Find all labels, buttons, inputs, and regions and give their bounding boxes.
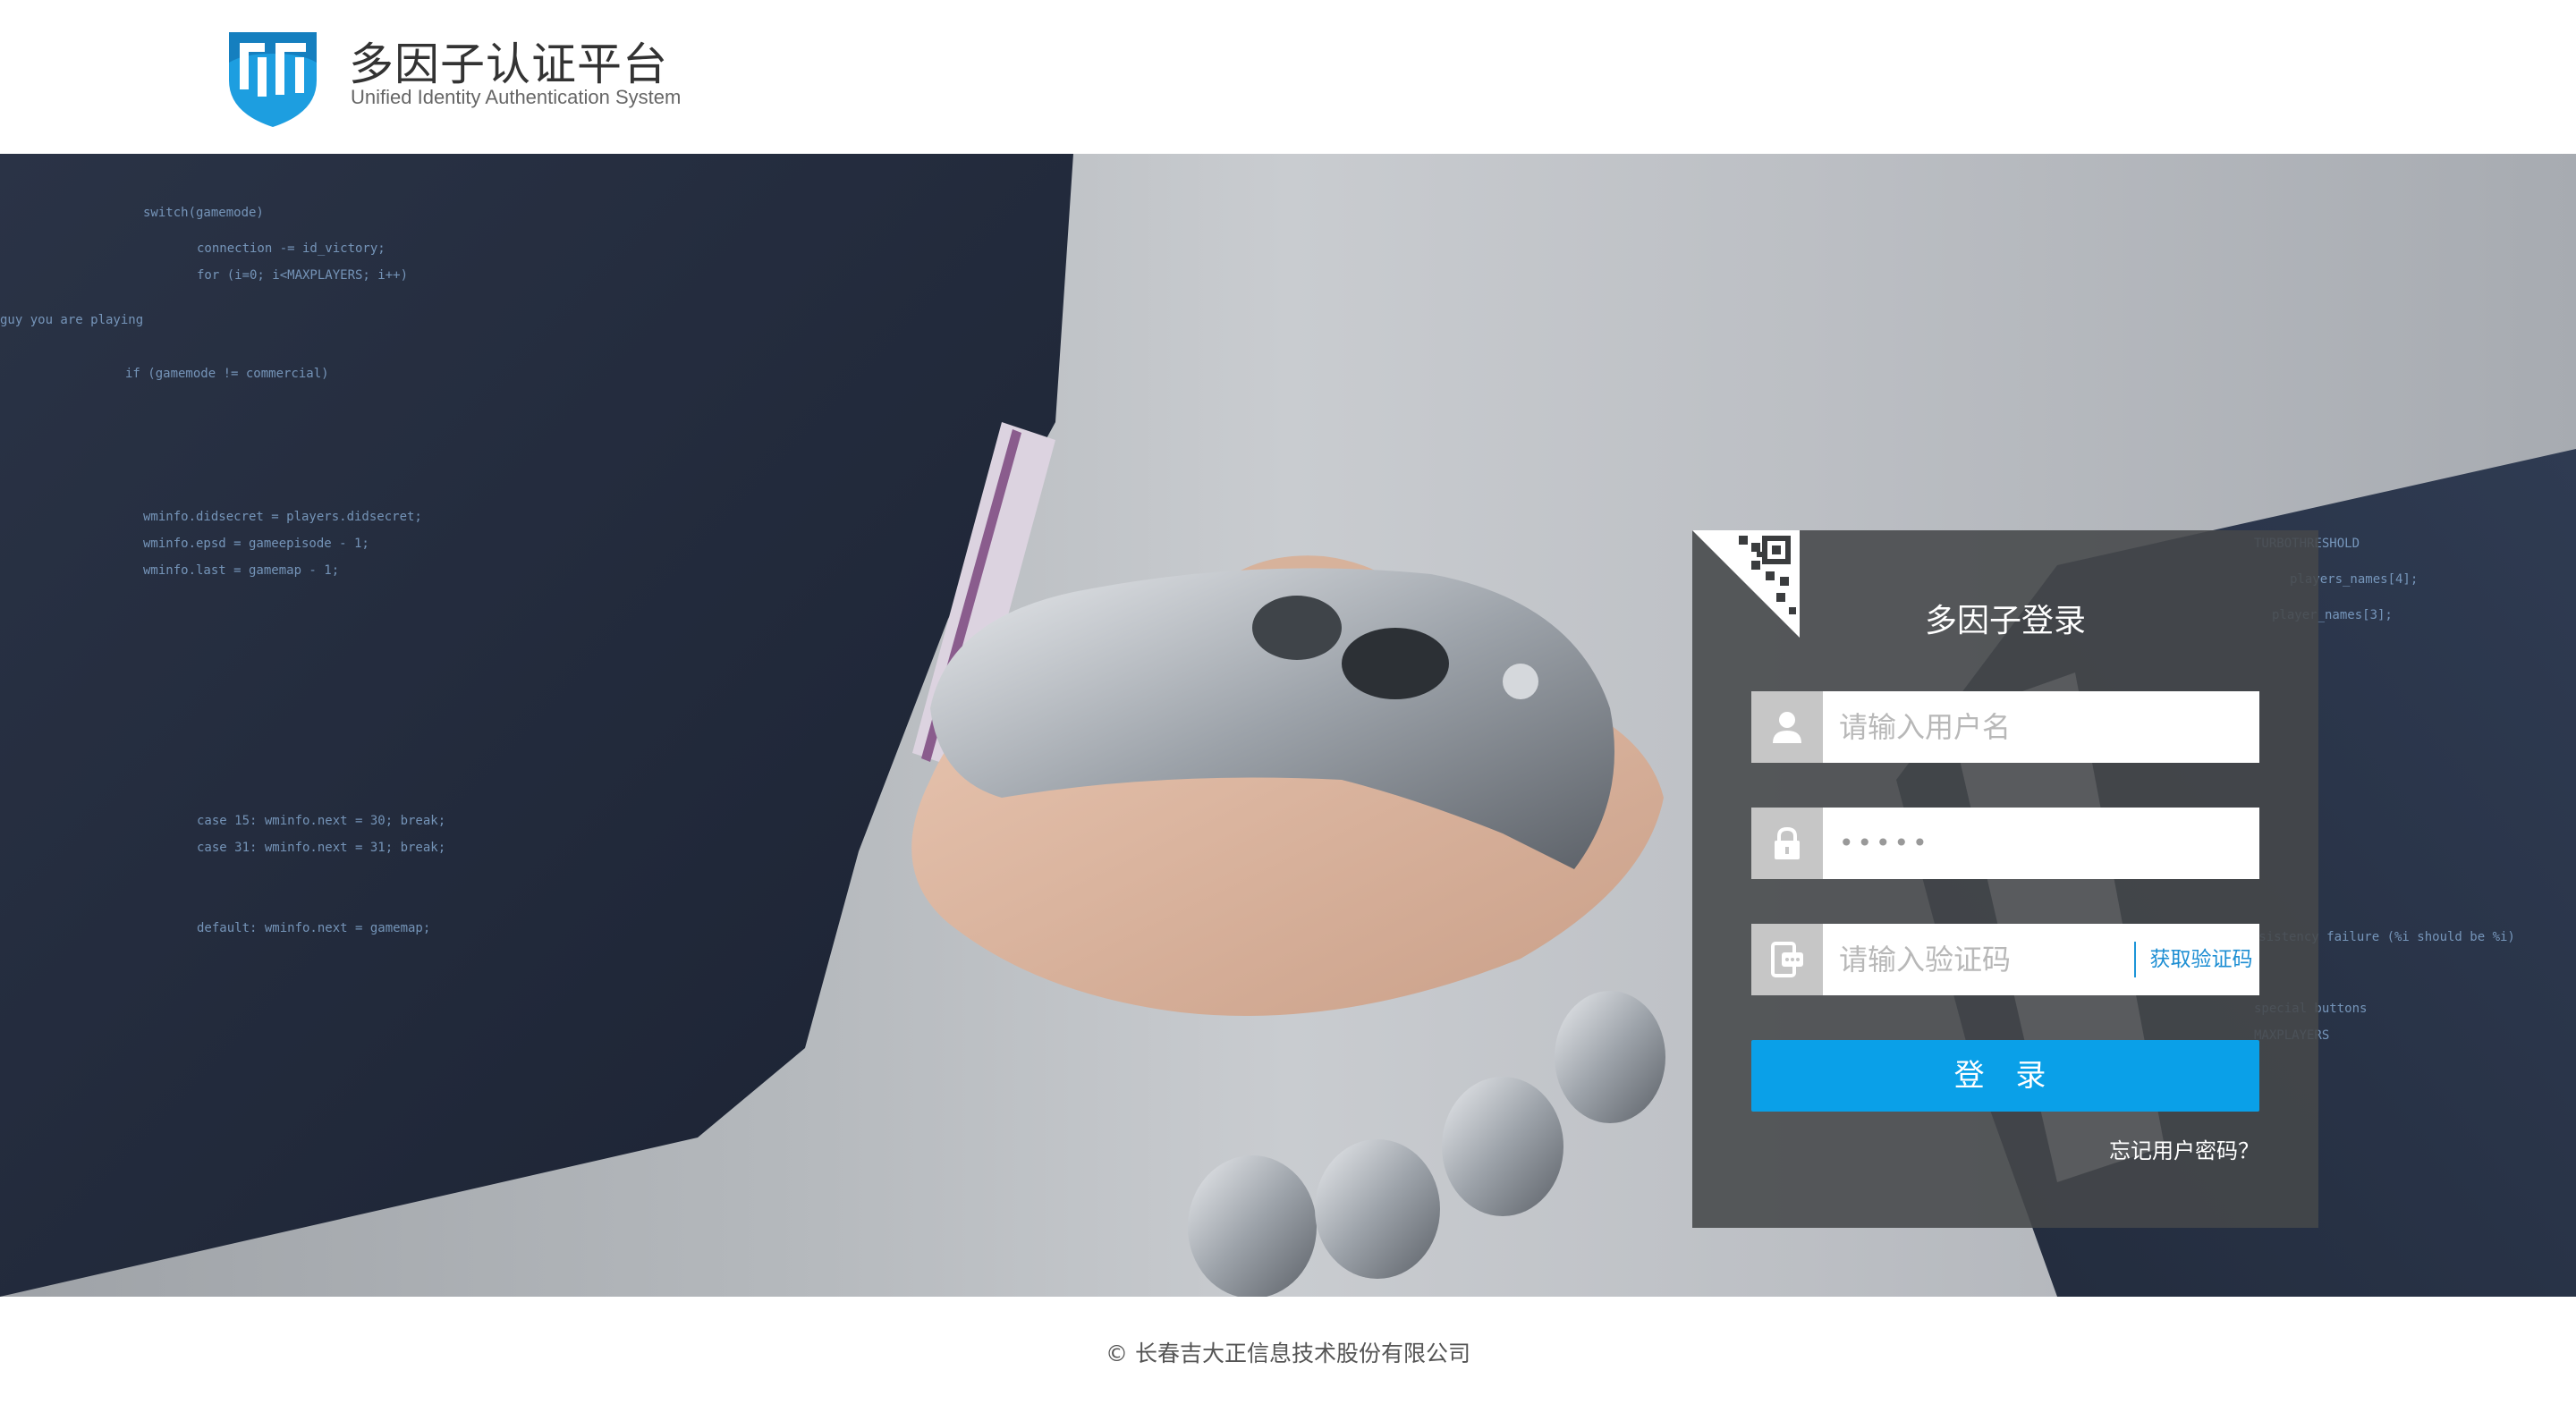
verification-code-input[interactable]: 请输入验证码 xyxy=(1839,924,2011,995)
login-button[interactable]: 登 录 xyxy=(1751,1040,2259,1112)
sms-phone-icon xyxy=(1771,942,1803,977)
svg-text:case 15: wminfo.next = 30; bre: case 15: wminfo.next = 30; break; xyxy=(197,814,445,828)
svg-text:wminfo.didsecret = players.did: wminfo.didsecret = players.didsecret; xyxy=(143,510,422,524)
login-title: 多因子登录 xyxy=(1924,603,2086,639)
user-icon-box xyxy=(1751,691,1823,763)
svg-text:switch(gamemode): switch(gamemode) xyxy=(143,206,264,220)
svg-text:if (gamemode != commercial): if (gamemode != commercial) xyxy=(125,367,329,381)
copyright-text: © 长春吉大正信息技术股份有限公司 xyxy=(1106,1341,1470,1366)
page-footer: © 长春吉大正信息技术股份有限公司 xyxy=(0,1297,2576,1404)
forgot-password-link[interactable]: 忘记用户密码？ xyxy=(2109,1133,2259,1164)
username-field[interactable]: 请输入用户名 xyxy=(1751,691,2259,763)
get-code-button[interactable]: 获取验证码 xyxy=(2143,924,2259,995)
svg-text:for (i=0; i<MAXPLAYERS; i++): for (i=0; i<MAXPLAYERS; i++) xyxy=(197,268,408,283)
hero-banner: switch(gamemode) connection -= id_victor… xyxy=(0,154,2576,1297)
svg-text:wminfo.epsd = gameepisode - 1;: wminfo.epsd = gameepisode - 1; xyxy=(143,537,369,551)
lock-icon-box xyxy=(1751,808,1823,879)
shield-logo-icon xyxy=(229,32,317,127)
password-field[interactable]: ••••• xyxy=(1751,808,2259,879)
top-header: 多因子认证平台 Unified Identity Authentication … xyxy=(0,0,2576,154)
username-input[interactable]: 请输入用户名 xyxy=(1839,691,2011,763)
verification-code-field[interactable]: 请输入验证码 获取验证码 xyxy=(1751,924,2259,995)
page-title: 多因子认证平台 xyxy=(349,38,668,90)
svg-text:connection -= id_victory;: connection -= id_victory; xyxy=(197,241,386,256)
svg-text:default: wminfo.next = gamemap: default: wminfo.next = gamemap; xyxy=(197,921,430,935)
lock-icon xyxy=(1775,826,1800,859)
page-subtitle: Unified Identity Authentication System xyxy=(351,86,682,108)
password-input[interactable]: ••••• xyxy=(1839,808,1931,879)
get-code-divider xyxy=(2134,942,2136,977)
login-panel: 多因子登录 请输入用户名 ••••• 请输入验证码 获取验证码 登 录 忘记用户… xyxy=(1692,530,2318,1228)
svg-text:case 31: wminfo.next = 31; bre: case 31: wminfo.next = 31; break; xyxy=(197,841,445,855)
sms-icon-box xyxy=(1751,924,1823,995)
svg-text:guy you are playing: guy you are playing xyxy=(0,313,143,327)
svg-text:wminfo.last = gamemap - 1;: wminfo.last = gamemap - 1; xyxy=(143,563,339,578)
user-icon xyxy=(1773,712,1801,743)
